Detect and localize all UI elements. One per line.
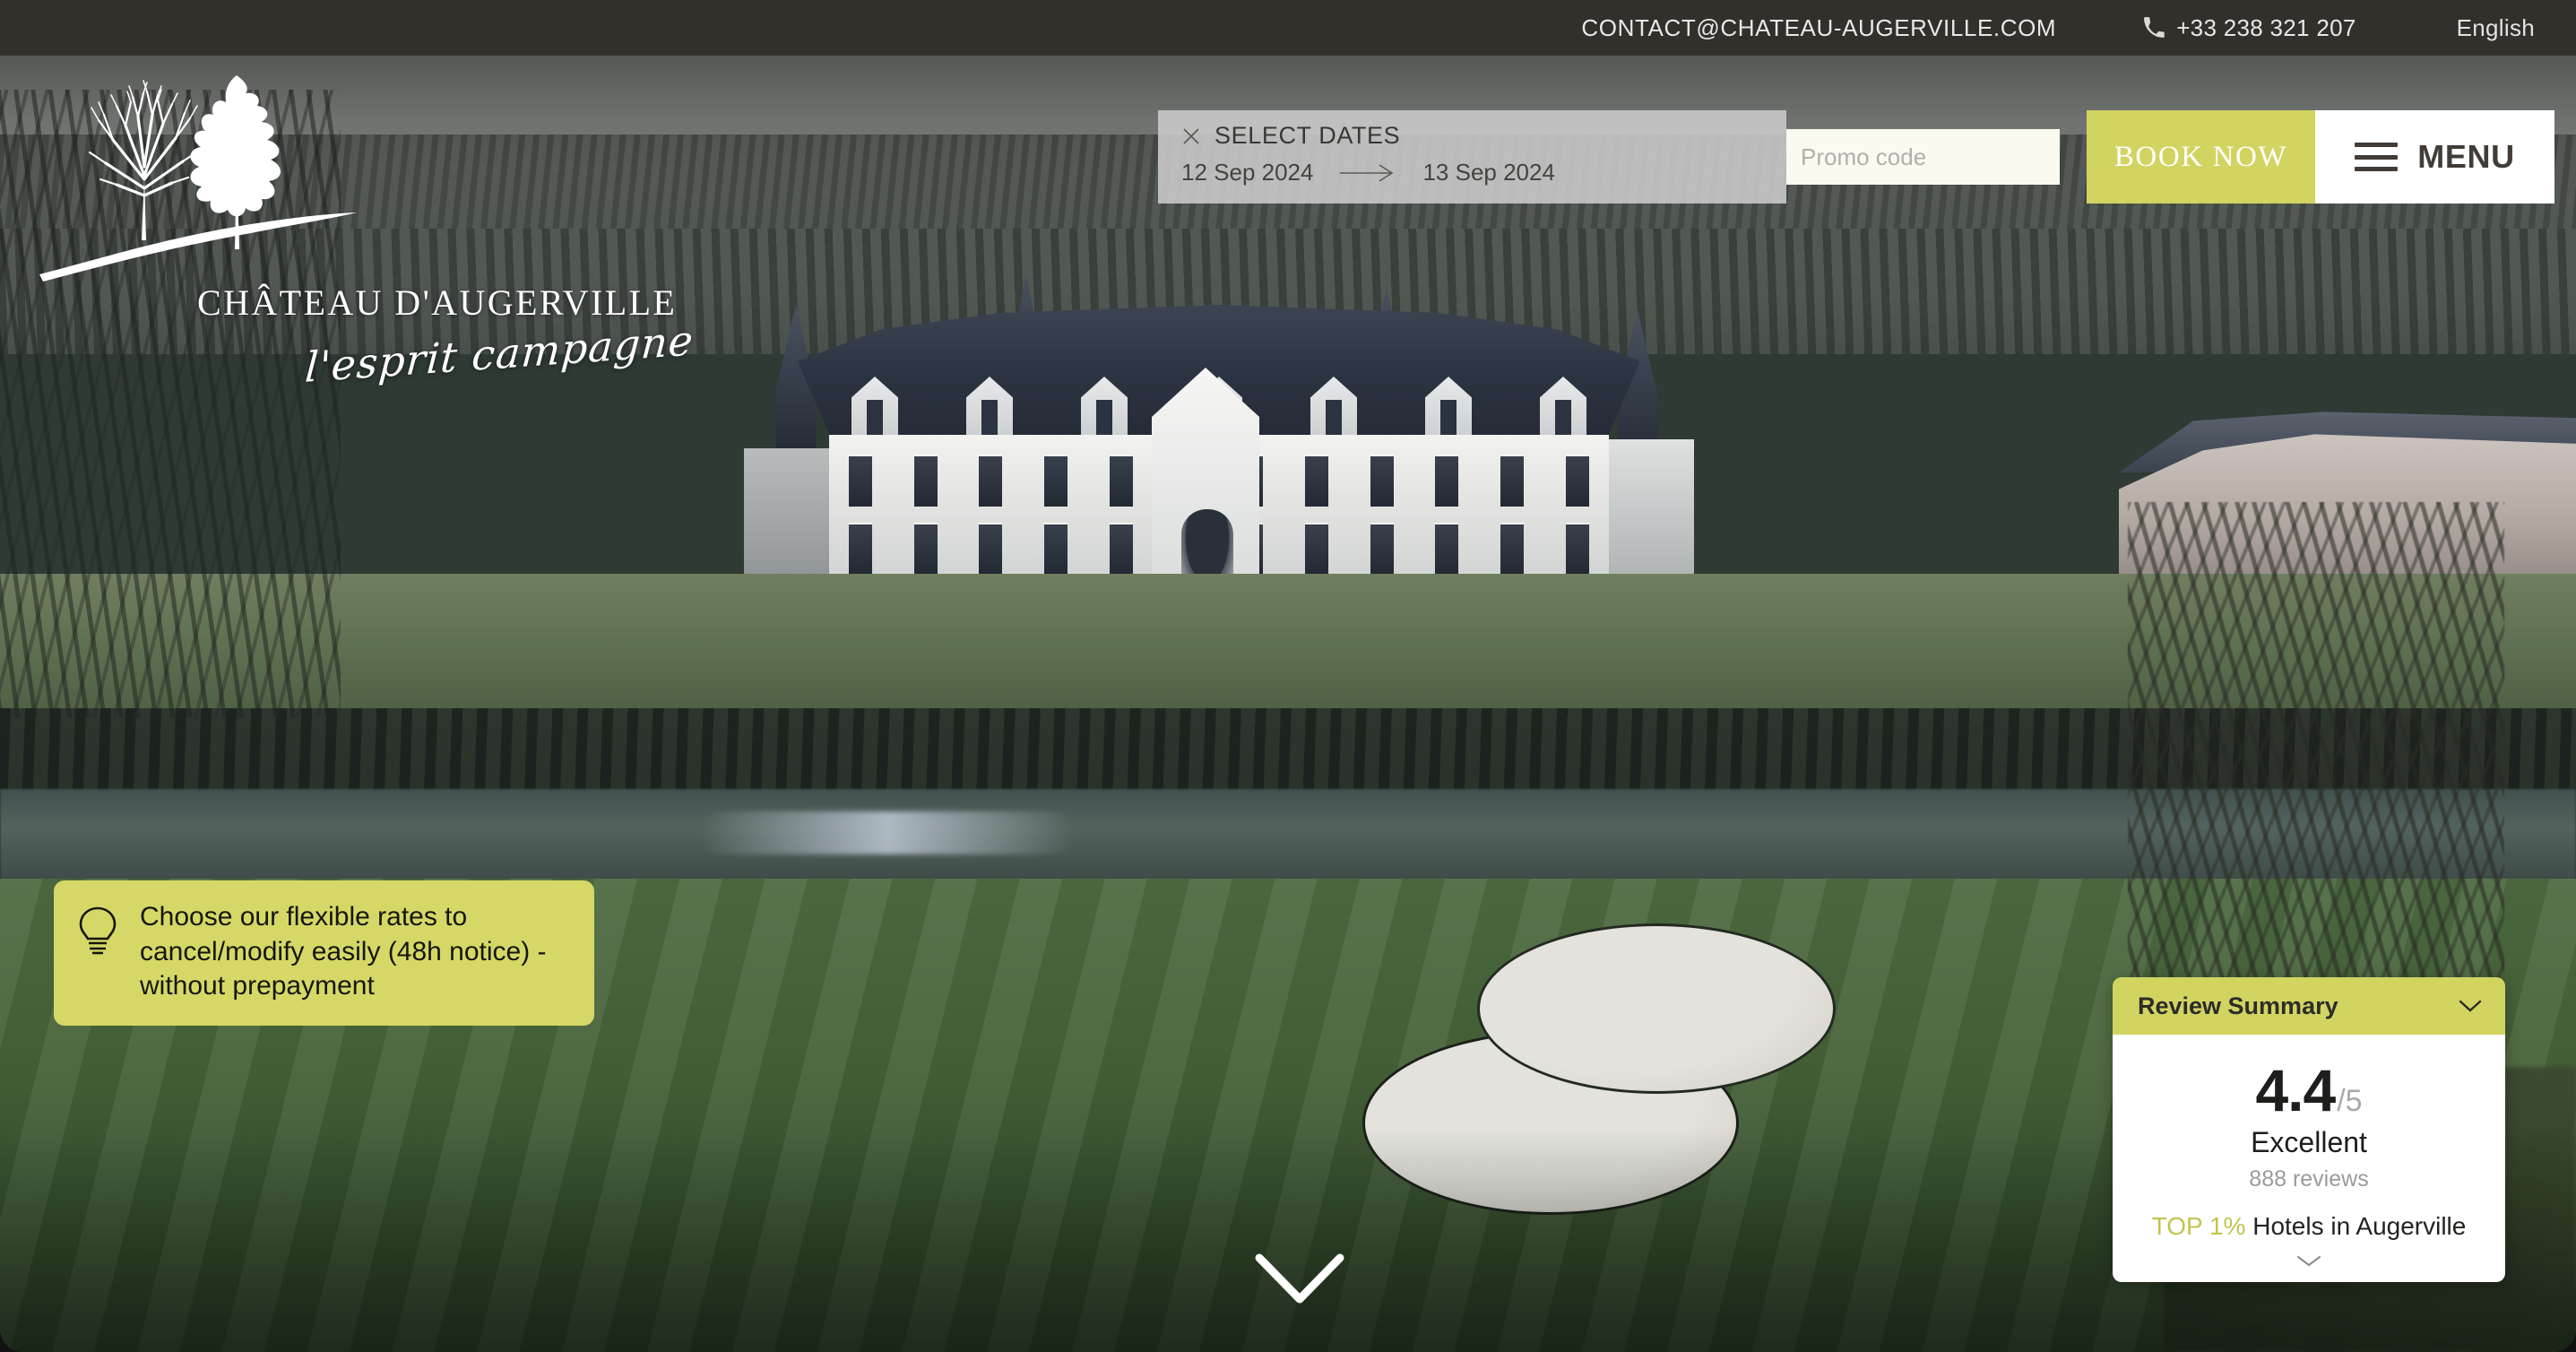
flexible-rates-notice: Choose our flexible rates to cancel/modi… bbox=[54, 880, 594, 1027]
river-reflection bbox=[699, 811, 1076, 854]
review-rank: TOP 1% Hotels in Augerville bbox=[2113, 1212, 2505, 1241]
checkin-date[interactable]: 12 Sep 2024 bbox=[1181, 159, 1313, 186]
chevron-down-icon bbox=[1252, 1253, 1347, 1310]
close-icon[interactable] bbox=[1181, 126, 1201, 146]
promo-code-area bbox=[1786, 110, 2087, 204]
flexible-rates-text: Choose our flexible rates to cancel/modi… bbox=[140, 902, 547, 1001]
contact-email-label: CONTACT@CHATEAU-AUGERVILLE.COM bbox=[1581, 13, 2057, 41]
review-summary-body: 4.4 /5 Excellent 888 reviews TOP 1% Hote… bbox=[2113, 1035, 2505, 1282]
select-dates-label: SELECT DATES bbox=[1215, 122, 1401, 149]
review-score-value: 4.4 bbox=[2255, 1057, 2336, 1123]
review-summary-header[interactable]: Review Summary bbox=[2113, 977, 2505, 1035]
lightbulb-icon bbox=[77, 906, 118, 956]
chevron-down-icon bbox=[2295, 1253, 2322, 1268]
menu-label: MENU bbox=[2417, 138, 2515, 175]
menu-button[interactable]: MENU bbox=[2315, 110, 2554, 204]
review-rank-highlight: TOP 1% bbox=[2151, 1212, 2246, 1240]
review-expand-button[interactable] bbox=[2113, 1253, 2505, 1268]
contact-phone-label: +33 238 321 207 bbox=[2176, 13, 2356, 41]
review-count: 888 reviews bbox=[2249, 1166, 2369, 1192]
review-score-max: /5 bbox=[2337, 1084, 2363, 1118]
language-selector[interactable]: English bbox=[2457, 14, 2535, 42]
book-now-button[interactable]: BOOK NOW bbox=[2087, 110, 2315, 204]
booking-bar: SELECT DATES 12 Sep 2024 13 Sep 2024 BOO… bbox=[1158, 110, 2554, 204]
review-score: 4.4 /5 bbox=[2113, 1056, 2505, 1124]
review-summary-title: Review Summary bbox=[2138, 992, 2338, 1019]
contact-phone-link[interactable]: +33 238 321 207 bbox=[2142, 14, 2356, 42]
date-range: 12 Sep 2024 13 Sep 2024 bbox=[1181, 159, 1786, 186]
select-dates-header: SELECT DATES bbox=[1181, 122, 1786, 150]
review-rank-text: Hotels in Augerville bbox=[2245, 1212, 2467, 1240]
hamburger-icon bbox=[2355, 143, 2399, 171]
review-rating-word: Excellent bbox=[2251, 1126, 2367, 1158]
logo-name: CHÂTEAU D'AUGERVILLE bbox=[197, 282, 678, 323]
two-trees-on-hill-icon bbox=[27, 70, 708, 285]
top-utility-bar: CONTACT@CHATEAU-AUGERVILLE.COM +33 238 3… bbox=[0, 0, 2576, 56]
bunker-lobe bbox=[1477, 923, 1836, 1094]
chevron-down-icon[interactable] bbox=[2459, 999, 2482, 1013]
arrow-right-icon bbox=[1340, 163, 1396, 183]
scroll-down-button[interactable] bbox=[1252, 1251, 1347, 1306]
date-selector[interactable]: SELECT DATES 12 Sep 2024 13 Sep 2024 bbox=[1158, 110, 1786, 204]
checkout-date[interactable]: 13 Sep 2024 bbox=[1422, 159, 1554, 186]
review-summary-widget: Review Summary 4.4 /5 Excellent 888 revi… bbox=[2113, 977, 2505, 1282]
hero-page: CONTACT@CHATEAU-AUGERVILLE.COM +33 238 3… bbox=[0, 0, 2576, 1352]
phone-icon bbox=[2142, 16, 2165, 39]
site-logo[interactable]: CHÂTEAU D'AUGERVILLE l'esprit campagne bbox=[27, 70, 708, 392]
promo-code-input[interactable] bbox=[1786, 129, 2060, 185]
language-label: English bbox=[2456, 13, 2535, 41]
contact-email-link[interactable]: CONTACT@CHATEAU-AUGERVILLE.COM bbox=[1581, 14, 2056, 42]
